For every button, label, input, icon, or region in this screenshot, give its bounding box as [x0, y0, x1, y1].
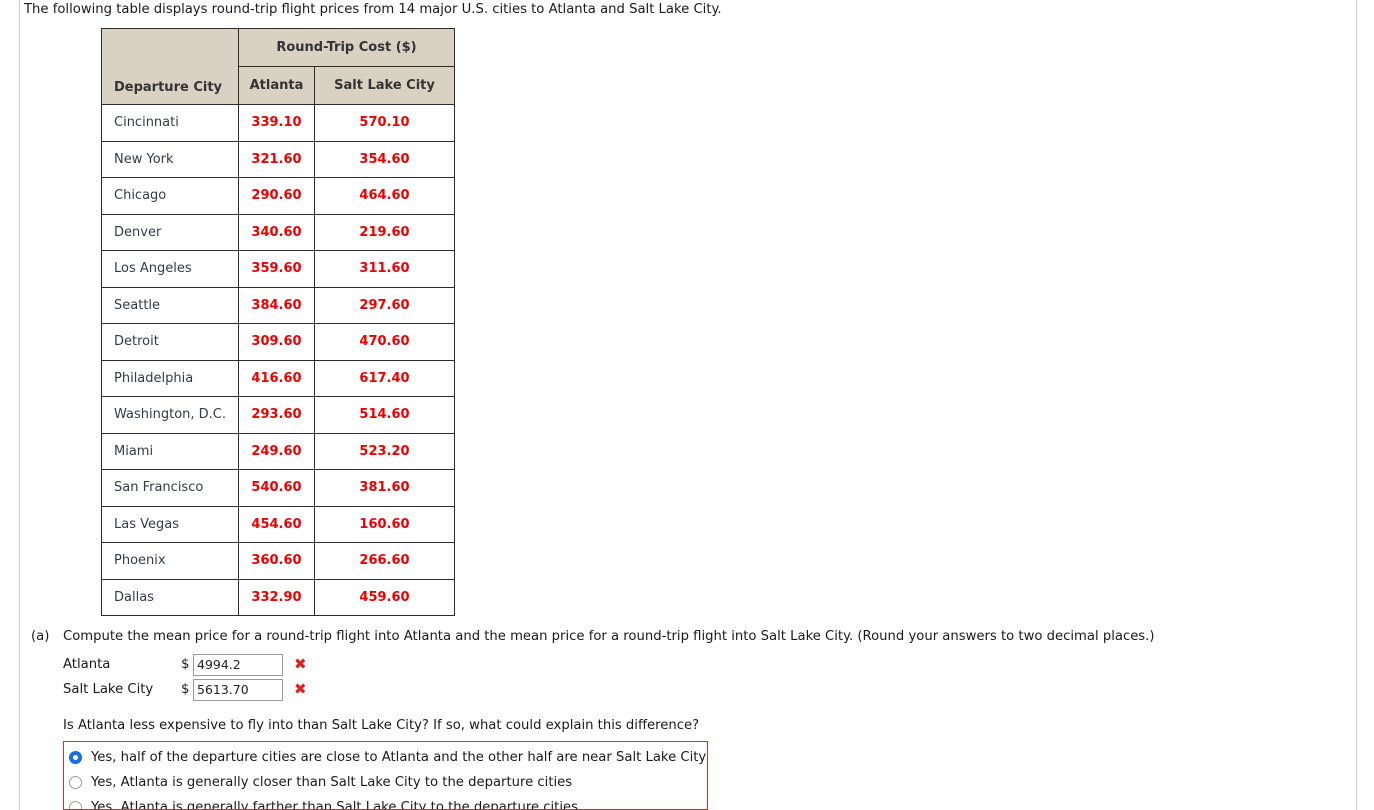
worksheet-content: The following table displays round-trip … — [0, 0, 1374, 810]
column-header-salt-lake-city: Salt Lake City — [314, 66, 455, 105]
column-header-departure-city: Departure City — [101, 28, 239, 105]
cell-departure-city: Los Angeles — [101, 250, 239, 288]
cell-atlanta-price: 332.90 — [238, 578, 315, 616]
cell-salt-lake-city-price: 381.60 — [314, 469, 455, 507]
atlanta-mean-input[interactable] — [193, 653, 283, 676]
cell-atlanta-price: 384.60 — [238, 286, 315, 324]
column-header-atlanta: Atlanta — [238, 66, 315, 105]
cell-salt-lake-city-price: 523.20 — [314, 432, 455, 470]
salt-lake-city-mean-input[interactable] — [193, 678, 283, 701]
cell-departure-city: Miami — [101, 432, 239, 470]
radio-button-icon[interactable] — [69, 800, 82, 809]
intro-text: The following table displays round-trip … — [24, 2, 722, 17]
cell-departure-city: San Francisco — [101, 469, 239, 507]
part-a-question: Compute the mean price for a round-trip … — [63, 629, 1155, 644]
cell-departure-city: Phoenix — [101, 542, 239, 580]
followup-options-group: Yes, half of the departure cities are cl… — [63, 741, 708, 810]
cell-atlanta-price: 340.60 — [238, 213, 315, 251]
currency-symbol-atlanta: $ — [181, 657, 190, 672]
table-row: Cincinnati 339.10 570.10 — [101, 104, 455, 142]
cell-salt-lake-city-price: 311.60 — [314, 250, 455, 288]
cell-atlanta-price: 321.60 — [238, 140, 315, 178]
flight-price-table: Departure City Round-Trip Cost ($) Atlan… — [101, 28, 455, 616]
cell-salt-lake-city-price: 464.60 — [314, 177, 455, 215]
cell-salt-lake-city-price: 617.40 — [314, 359, 455, 397]
table-header: Departure City Round-Trip Cost ($) Atlan… — [101, 28, 455, 105]
incorrect-icon: ✖ — [294, 680, 307, 698]
followup-question: Is Atlanta less expensive to fly into th… — [63, 718, 700, 733]
table-row: Chicago 290.60 464.60 — [101, 177, 455, 215]
table-body: Cincinnati 339.10 570.10 New York 321.60 354.… — [101, 104, 455, 616]
cell-departure-city: New York — [101, 140, 239, 178]
answer-row-atlanta: Atlanta $ ✖ — [63, 653, 307, 676]
cell-atlanta-price: 339.10 — [238, 104, 315, 142]
cell-atlanta-price: 309.60 — [238, 323, 315, 361]
table-row: Phoenix 360.60 266.60 — [101, 542, 455, 580]
cell-atlanta-price: 290.60 — [238, 177, 315, 215]
answer-label-atlanta: Atlanta — [63, 657, 111, 672]
currency-symbol-salt-lake-city: $ — [181, 682, 190, 697]
incorrect-icon: ✖ — [294, 655, 307, 673]
cell-atlanta-price: 360.60 — [238, 542, 315, 580]
cell-departure-city: Washington, D.C. — [101, 396, 239, 434]
cell-atlanta-price: 416.60 — [238, 359, 315, 397]
table-row: Las Vegas 454.60 160.60 — [101, 505, 455, 543]
radio-option-label: Yes, Atlanta is generally closer than Sa… — [91, 774, 573, 790]
table-row: Philadelphia 416.60 617.40 — [101, 359, 455, 397]
part-a-label: (a) — [31, 629, 50, 644]
cell-salt-lake-city-price: 160.60 — [314, 505, 455, 543]
radio-button-icon[interactable] — [69, 750, 82, 764]
cell-atlanta-price: 359.60 — [238, 250, 315, 288]
radio-option-label: Yes, half of the departure cities are cl… — [91, 749, 707, 765]
cell-departure-city: Denver — [101, 213, 239, 251]
radio-option-2[interactable]: Yes, Atlanta is generally closer than Sa… — [64, 770, 707, 794]
cell-departure-city: Las Vegas — [101, 505, 239, 543]
table-row: New York 321.60 354.60 — [101, 140, 455, 178]
cell-salt-lake-city-price: 570.10 — [314, 104, 455, 142]
cell-salt-lake-city-price: 266.60 — [314, 542, 455, 580]
cell-atlanta-price: 293.60 — [238, 396, 315, 434]
cell-atlanta-price: 540.60 — [238, 469, 315, 507]
table-row: Miami 249.60 523.20 — [101, 432, 455, 470]
radio-option-1[interactable]: Yes, half of the departure cities are cl… — [64, 745, 707, 769]
cell-departure-city: Seattle — [101, 286, 239, 324]
cell-salt-lake-city-price: 354.60 — [314, 140, 455, 178]
cell-departure-city: Cincinnati — [101, 104, 239, 142]
radio-option-3[interactable]: Yes, Atlanta is generally farther than S… — [64, 795, 707, 810]
radio-button-icon[interactable] — [69, 775, 82, 789]
cell-departure-city: Dallas — [101, 578, 239, 616]
cell-atlanta-price: 454.60 — [238, 505, 315, 543]
cell-salt-lake-city-price: 514.60 — [314, 396, 455, 434]
table-row: Washington, D.C. 293.60 514.60 — [101, 396, 455, 434]
cell-salt-lake-city-price: 470.60 — [314, 323, 455, 361]
cell-departure-city: Detroit — [101, 323, 239, 361]
cell-atlanta-price: 249.60 — [238, 432, 315, 470]
table-row: Los Angeles 359.60 311.60 — [101, 250, 455, 288]
table-row: Dallas 332.90 459.60 — [101, 578, 455, 616]
table-row: San Francisco 540.60 381.60 — [101, 469, 455, 507]
cell-departure-city: Chicago — [101, 177, 239, 215]
cell-salt-lake-city-price: 297.60 — [314, 286, 455, 324]
cell-salt-lake-city-price: 459.60 — [314, 578, 455, 616]
table-row: Seattle 384.60 297.60 — [101, 286, 455, 324]
table-row: Denver 340.60 219.60 — [101, 213, 455, 251]
column-header-round-trip-cost: Round-Trip Cost ($) — [238, 28, 455, 67]
table-row: Detroit 309.60 470.60 — [101, 323, 455, 361]
answer-row-salt-lake-city: Salt Lake City $ ✖ — [63, 678, 307, 701]
cell-departure-city: Philadelphia — [101, 359, 239, 397]
cell-salt-lake-city-price: 219.60 — [314, 213, 455, 251]
answer-label-salt-lake-city: Salt Lake City — [63, 682, 154, 697]
table-header-row-1: Departure City Round-Trip Cost ($) — [101, 28, 455, 105]
radio-option-label: Yes, Atlanta is generally farther than S… — [91, 799, 578, 810]
